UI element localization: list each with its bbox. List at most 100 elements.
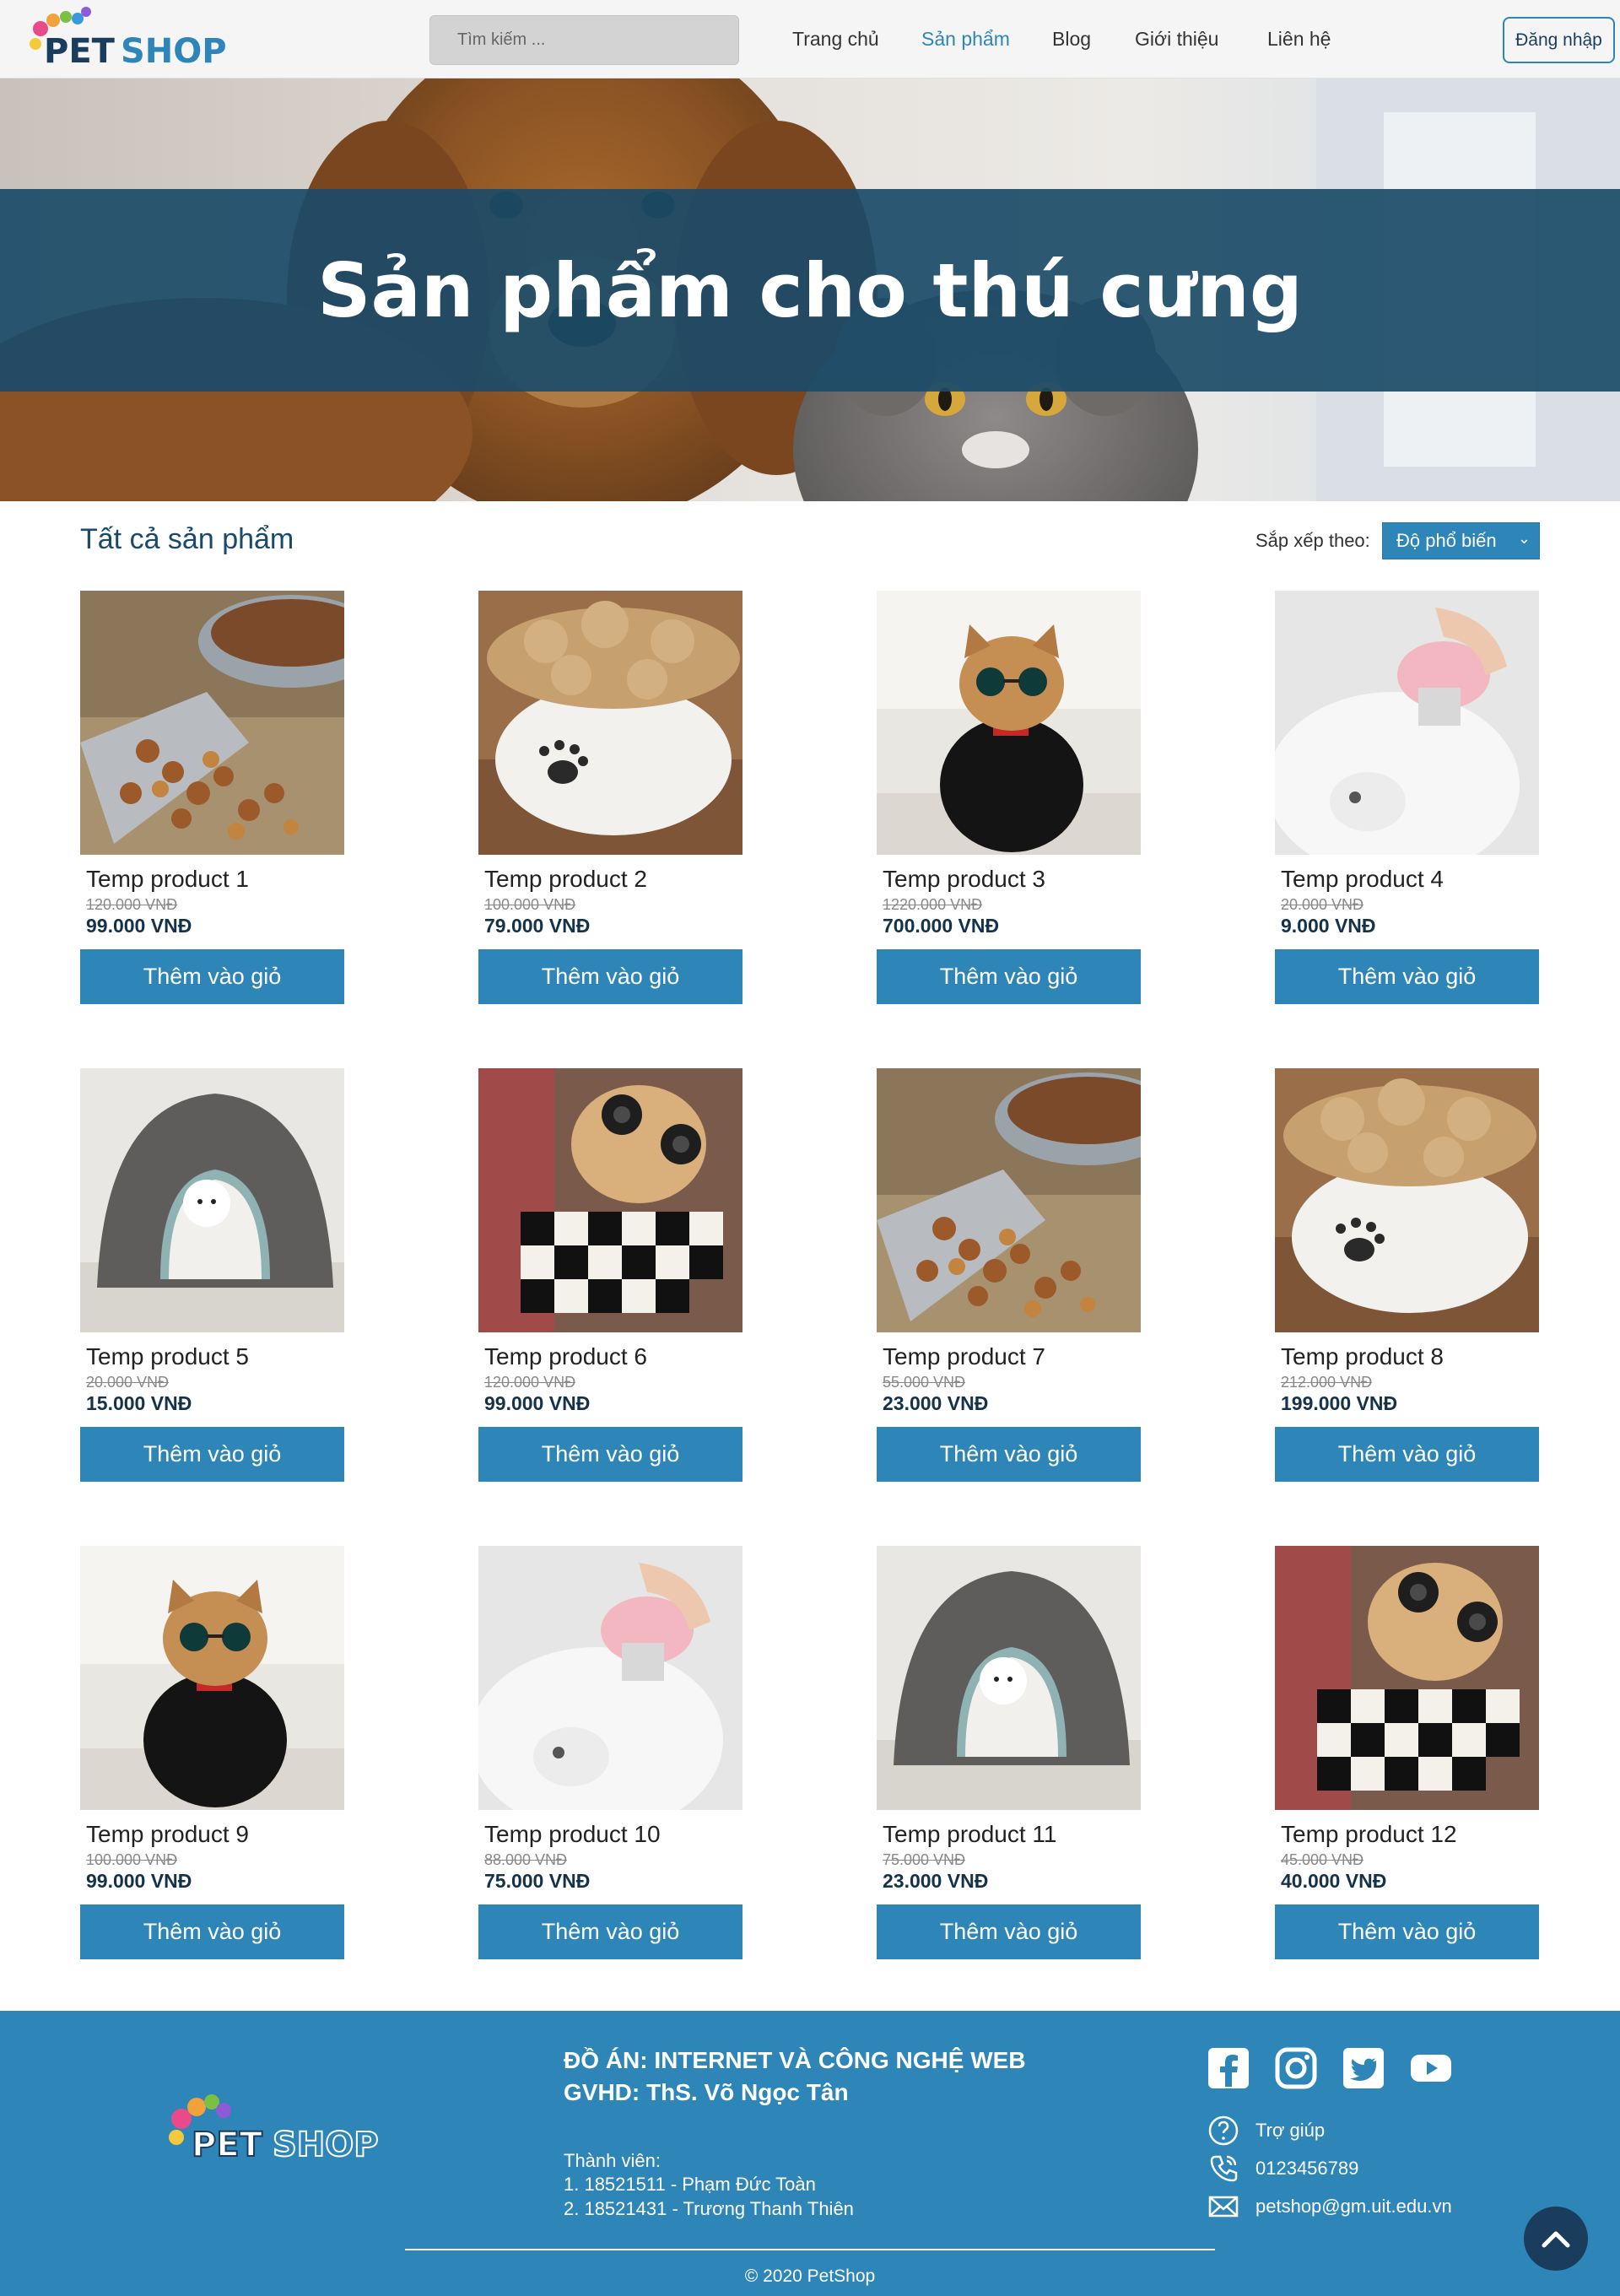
product-image[interactable] bbox=[478, 1546, 742, 1810]
add-to-cart-button[interactable]: Thêm vào giỏ bbox=[877, 1904, 1141, 1959]
nav-san-pham[interactable]: Sản phẩm bbox=[921, 0, 1010, 78]
add-to-cart-button[interactable]: Thêm vào giỏ bbox=[80, 1427, 344, 1482]
member-1: 1. 18521511 - Phạm Đức Toàn bbox=[564, 2174, 816, 2195]
add-to-cart-button[interactable]: Thêm vào giỏ bbox=[478, 949, 742, 1004]
add-to-cart-button[interactable]: Thêm vào giỏ bbox=[877, 1427, 1141, 1482]
product-image[interactable] bbox=[877, 1546, 1141, 1810]
product-image[interactable] bbox=[80, 1546, 344, 1810]
petshop-logo[interactable]: PET SHOP bbox=[24, 0, 227, 78]
search-input[interactable]: Tìm kiếm ... bbox=[429, 15, 739, 65]
help-label: Trợ giúp bbox=[1256, 2120, 1326, 2141]
copyright: © 2020 PetShop bbox=[744, 2266, 876, 2286]
product-price: 75.000 VNĐ bbox=[484, 1870, 591, 1892]
product-name[interactable]: Temp product 11 bbox=[883, 1821, 1057, 1848]
email-link[interactable]: petshop@gm.uit.edu.vn bbox=[1207, 2190, 1452, 2223]
add-to-cart-button[interactable]: Thêm vào giỏ bbox=[1275, 1904, 1539, 1959]
help-icon bbox=[1208, 2115, 1239, 2146]
product-image[interactable] bbox=[877, 591, 1141, 855]
product-price: 23.000 VNĐ bbox=[883, 1870, 989, 1892]
product-name[interactable]: Temp product 8 bbox=[1281, 1343, 1444, 1370]
add-to-cart-button[interactable]: Thêm vào giỏ bbox=[1275, 1427, 1539, 1482]
product-image[interactable] bbox=[80, 1068, 344, 1332]
add-to-cart-button[interactable]: Thêm vào giỏ bbox=[80, 949, 344, 1004]
product-card[interactable]: Temp product 8 212.000 VNĐ 199.000 VNĐ T… bbox=[1275, 1068, 1539, 1482]
product-name[interactable]: Temp product 10 bbox=[484, 1821, 661, 1848]
product-old-price: 20.000 VNĐ bbox=[86, 1374, 170, 1391]
chevron-down-icon: ⌄ bbox=[1517, 530, 1531, 547]
page-title: Sản phẩm cho thú cưng bbox=[317, 246, 1303, 334]
project-line-1: ĐỒ ÁN: INTERNET VÀ CÔNG NGHỆ WEB bbox=[564, 2047, 1026, 2073]
product-old-price: 88.000 VNĐ bbox=[484, 1851, 568, 1868]
product-card[interactable]: Temp product 5 20.000 VNĐ 15.000 VNĐ Thê… bbox=[80, 1068, 344, 1482]
nav-gioi-thieu[interactable]: Giới thiệu bbox=[1135, 0, 1218, 78]
footer-petshop-logo[interactable]: PET SHOP bbox=[165, 2085, 380, 2169]
product-card[interactable]: Temp product 2 100.000 VNĐ 79.000 VNĐ Th… bbox=[478, 591, 742, 1004]
product-old-price: 212.000 VNĐ bbox=[1281, 1374, 1373, 1391]
sort-select[interactable]: Độ phổ biến ⌄ bbox=[1382, 522, 1540, 559]
product-name[interactable]: Temp product 6 bbox=[484, 1343, 647, 1370]
product-card[interactable]: Temp product 9 100.000 VNĐ 99.000 VNĐ Th… bbox=[80, 1546, 344, 1959]
product-name[interactable]: Temp product 4 bbox=[1281, 866, 1444, 893]
product-price: 15.000 VNĐ bbox=[86, 1392, 192, 1414]
product-image[interactable] bbox=[1275, 1068, 1539, 1332]
product-old-price: 55.000 VNĐ bbox=[883, 1374, 966, 1391]
product-image[interactable] bbox=[478, 591, 742, 855]
product-old-price: 120.000 VNĐ bbox=[484, 1374, 576, 1391]
product-price: 99.000 VNĐ bbox=[484, 1392, 591, 1414]
member-2: 2. 18521431 - Trương Thanh Thiên bbox=[564, 2198, 854, 2219]
product-image[interactable] bbox=[877, 1068, 1141, 1332]
add-to-cart-button[interactable]: Thêm vào giỏ bbox=[877, 949, 1141, 1004]
footer: PET SHOP ĐỒ ÁN: INTERNET VÀ CÔNG NGHỆ WE… bbox=[0, 2011, 1620, 2296]
phone-link[interactable]: 0123456789 bbox=[1207, 2152, 1358, 2185]
product-card[interactable]: Temp product 4 20.000 VNĐ 9.000 VNĐ Thêm… bbox=[1275, 591, 1539, 1004]
product-card[interactable]: Temp product 11 75.000 VNĐ 23.000 VNĐ Th… bbox=[877, 1546, 1141, 1959]
add-to-cart-button[interactable]: Thêm vào giỏ bbox=[478, 1904, 742, 1959]
svg-text:PET: PET bbox=[192, 2126, 263, 2164]
login-button[interactable]: Đăng nhập bbox=[1503, 17, 1615, 63]
top-navbar: PET SHOP Tìm kiếm ... Trang chủ Sản phẩm… bbox=[0, 0, 1620, 78]
product-name[interactable]: Temp product 7 bbox=[883, 1343, 1045, 1370]
product-name[interactable]: Temp product 5 bbox=[86, 1343, 249, 1370]
product-card[interactable]: Temp product 7 55.000 VNĐ 23.000 VNĐ Thê… bbox=[877, 1068, 1141, 1482]
svg-text:SHOP: SHOP bbox=[121, 32, 226, 71]
add-to-cart-button[interactable]: Thêm vào giỏ bbox=[80, 1904, 344, 1959]
product-image[interactable] bbox=[80, 591, 344, 855]
product-card[interactable]: Temp product 6 120.000 VNĐ 99.000 VNĐ Th… bbox=[478, 1068, 742, 1482]
product-card[interactable]: Temp product 3 1220.000 VNĐ 700.000 VNĐ … bbox=[877, 591, 1141, 1004]
phone-icon bbox=[1210, 2155, 1238, 2182]
product-price: 99.000 VNĐ bbox=[86, 915, 192, 937]
product-name[interactable]: Temp product 3 bbox=[883, 866, 1045, 893]
nav-blog[interactable]: Blog bbox=[1052, 0, 1091, 78]
members-label: Thành viên: bbox=[564, 2150, 661, 2171]
sort-label: Sắp xếp theo: bbox=[1256, 530, 1370, 551]
facebook-icon[interactable] bbox=[1207, 2046, 1250, 2090]
product-price: 9.000 VNĐ bbox=[1281, 915, 1376, 937]
product-name[interactable]: Temp product 1 bbox=[86, 866, 249, 893]
add-to-cart-button[interactable]: Thêm vào giỏ bbox=[1275, 949, 1539, 1004]
nav-trang-chu[interactable]: Trang chủ bbox=[792, 0, 879, 78]
project-line-2: GVHD: ThS. Võ Ngọc Tân bbox=[564, 2079, 849, 2105]
product-image[interactable] bbox=[1275, 1546, 1539, 1810]
product-image[interactable] bbox=[1275, 591, 1539, 855]
product-card[interactable]: Temp product 12 45.000 VNĐ 40.000 VNĐ Th… bbox=[1275, 1546, 1539, 1959]
youtube-icon[interactable] bbox=[1409, 2046, 1453, 2090]
product-price: 99.000 VNĐ bbox=[86, 1870, 192, 1892]
product-price: 40.000 VNĐ bbox=[1281, 1870, 1387, 1892]
product-price: 79.000 VNĐ bbox=[484, 915, 591, 937]
svg-text:PET: PET bbox=[44, 32, 116, 71]
scroll-to-top-button[interactable] bbox=[1524, 2207, 1588, 2271]
twitter-icon[interactable] bbox=[1342, 2046, 1385, 2090]
nav-lien-he[interactable]: Liên hệ bbox=[1267, 0, 1331, 78]
product-card[interactable]: Temp product 1 120.000 VNĐ 99.000 VNĐ Th… bbox=[80, 591, 344, 1004]
help-link[interactable]: Trợ giúp bbox=[1207, 2114, 1325, 2147]
instagram-icon[interactable] bbox=[1274, 2046, 1318, 2090]
product-old-price: 20.000 VNĐ bbox=[1281, 896, 1364, 913]
svg-text:SHOP: SHOP bbox=[273, 2126, 379, 2164]
product-name[interactable]: Temp product 2 bbox=[484, 866, 647, 893]
product-name[interactable]: Temp product 9 bbox=[86, 1821, 249, 1848]
add-to-cart-button[interactable]: Thêm vào giỏ bbox=[478, 1427, 742, 1482]
product-image[interactable] bbox=[478, 1068, 742, 1332]
email-label: petshop@gm.uit.edu.vn bbox=[1256, 2196, 1452, 2217]
product-name[interactable]: Temp product 12 bbox=[1281, 1821, 1457, 1848]
product-card[interactable]: Temp product 10 88.000 VNĐ 75.000 VNĐ Th… bbox=[478, 1546, 742, 1959]
